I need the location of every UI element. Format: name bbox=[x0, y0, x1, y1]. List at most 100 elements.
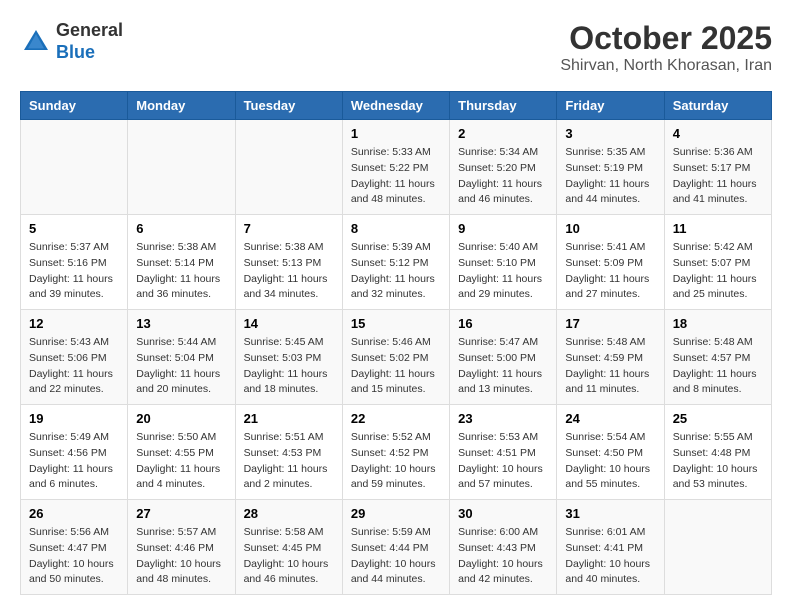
day-number: 29 bbox=[351, 506, 441, 521]
day-number: 31 bbox=[565, 506, 655, 521]
day-info: Sunrise: 5:56 AM Sunset: 4:47 PM Dayligh… bbox=[29, 525, 119, 588]
calendar-cell: 4 Sunrise: 5:36 AM Sunset: 5:17 PM Daylig… bbox=[664, 120, 771, 215]
calendar-header: SundayMondayTuesdayWednesdayThursdayFrid… bbox=[21, 92, 772, 120]
calendar-table: SundayMondayTuesdayWednesdayThursdayFrid… bbox=[20, 91, 772, 595]
day-number: 23 bbox=[458, 411, 548, 426]
day-info: Sunrise: 5:40 AM Sunset: 5:10 PM Dayligh… bbox=[458, 240, 548, 303]
day-number: 25 bbox=[673, 411, 763, 426]
day-number: 3 bbox=[565, 126, 655, 141]
calendar-cell: 18Sunrise: 5:48 AM Sunset: 4:57 PM Dayli… bbox=[664, 310, 771, 405]
calendar-cell: 7 Sunrise: 5:38 AM Sunset: 5:13 PM Daylig… bbox=[235, 215, 342, 310]
day-info: Sunrise: 5:58 AM Sunset: 4:45 PM Dayligh… bbox=[244, 525, 334, 588]
calendar-cell: 9 Sunrise: 5:40 AM Sunset: 5:10 PM Daylig… bbox=[450, 215, 557, 310]
day-info: Sunrise: 5:37 AM Sunset: 5:16 PM Dayligh… bbox=[29, 240, 119, 303]
day-number: 4 bbox=[673, 126, 763, 141]
weekday-header-tuesday: Tuesday bbox=[235, 92, 342, 120]
day-info: Sunrise: 5:59 AM Sunset: 4:44 PM Dayligh… bbox=[351, 525, 441, 588]
calendar-cell: 24Sunrise: 5:54 AM Sunset: 4:50 PM Dayli… bbox=[557, 405, 664, 500]
day-number: 26 bbox=[29, 506, 119, 521]
day-info: Sunrise: 5:34 AM Sunset: 5:20 PM Dayligh… bbox=[458, 145, 548, 208]
calendar-cell: 14 Sunrise: 5:45 AM Sunset: 5:03 PM Dayli… bbox=[235, 310, 342, 405]
calendar-cell: 16Sunrise: 5:47 AM Sunset: 5:00 PM Dayli… bbox=[450, 310, 557, 405]
calendar-cell: 8 Sunrise: 5:39 AM Sunset: 5:12 PM Daylig… bbox=[342, 215, 449, 310]
calendar-cell: 6Sunrise: 5:38 AM Sunset: 5:14 PM Daylig… bbox=[128, 215, 235, 310]
day-info: Sunrise: 5:47 AM Sunset: 5:00 PM Dayligh… bbox=[458, 335, 548, 398]
day-info: Sunrise: 5:50 AM Sunset: 4:55 PM Dayligh… bbox=[136, 430, 226, 493]
day-info: Sunrise: 5:54 AM Sunset: 4:50 PM Dayligh… bbox=[565, 430, 655, 493]
day-number: 5 bbox=[29, 221, 119, 236]
day-number: 21 bbox=[244, 411, 334, 426]
day-info: Sunrise: 5:48 AM Sunset: 4:59 PM Dayligh… bbox=[565, 335, 655, 398]
weekday-header-thursday: Thursday bbox=[450, 92, 557, 120]
calendar-cell: 30 Sunrise: 6:00 AM Sunset: 4:43 PM Dayli… bbox=[450, 500, 557, 595]
day-info: Sunrise: 5:43 AM Sunset: 5:06 PM Dayligh… bbox=[29, 335, 119, 398]
logo-icon bbox=[20, 26, 52, 58]
day-info: Sunrise: 5:35 AM Sunset: 5:19 PM Dayligh… bbox=[565, 145, 655, 208]
day-info: Sunrise: 5:55 AM Sunset: 4:48 PM Dayligh… bbox=[673, 430, 763, 493]
day-number: 28 bbox=[244, 506, 334, 521]
day-number: 27 bbox=[136, 506, 226, 521]
calendar-cell: 28 Sunrise: 5:58 AM Sunset: 4:45 PM Dayli… bbox=[235, 500, 342, 595]
day-info: Sunrise: 5:39 AM Sunset: 5:12 PM Dayligh… bbox=[351, 240, 441, 303]
calendar-cell: 25 Sunrise: 5:55 AM Sunset: 4:48 PM Dayli… bbox=[664, 405, 771, 500]
weekday-header-monday: Monday bbox=[128, 92, 235, 120]
calendar-cell: 23 Sunrise: 5:53 AM Sunset: 4:51 PM Dayli… bbox=[450, 405, 557, 500]
calendar-cell: 20 Sunrise: 5:50 AM Sunset: 4:55 PM Dayli… bbox=[128, 405, 235, 500]
day-info: Sunrise: 5:51 AM Sunset: 4:53 PM Dayligh… bbox=[244, 430, 334, 493]
day-number: 11 bbox=[673, 221, 763, 236]
calendar-cell: 13 Sunrise: 5:44 AM Sunset: 5:04 PM Dayli… bbox=[128, 310, 235, 405]
day-info: Sunrise: 5:33 AM Sunset: 5:22 PM Dayligh… bbox=[351, 145, 441, 208]
day-number: 22 bbox=[351, 411, 441, 426]
day-info: Sunrise: 5:45 AM Sunset: 5:03 PM Dayligh… bbox=[244, 335, 334, 398]
day-number: 14 bbox=[244, 316, 334, 331]
calendar-week-5: 26 Sunrise: 5:56 AM Sunset: 4:47 PM Dayli… bbox=[21, 500, 772, 595]
day-number: 8 bbox=[351, 221, 441, 236]
day-info: Sunrise: 5:44 AM Sunset: 5:04 PM Dayligh… bbox=[136, 335, 226, 398]
day-info: Sunrise: 5:38 AM Sunset: 5:13 PM Dayligh… bbox=[244, 240, 334, 303]
weekday-header-friday: Friday bbox=[557, 92, 664, 120]
weekday-header-saturday: Saturday bbox=[664, 92, 771, 120]
day-info: Sunrise: 5:49 AM Sunset: 4:56 PM Dayligh… bbox=[29, 430, 119, 493]
weekday-header-wednesday: Wednesday bbox=[342, 92, 449, 120]
calendar-cell: 29 Sunrise: 5:59 AM Sunset: 4:44 PM Dayli… bbox=[342, 500, 449, 595]
day-info: Sunrise: 5:41 AM Sunset: 5:09 PM Dayligh… bbox=[565, 240, 655, 303]
day-number: 7 bbox=[244, 221, 334, 236]
calendar-cell bbox=[235, 120, 342, 215]
day-number: 10 bbox=[565, 221, 655, 236]
day-number: 13 bbox=[136, 316, 226, 331]
day-number: 17 bbox=[565, 316, 655, 331]
location-subtitle: Shirvan, North Khorasan, Iran bbox=[560, 57, 772, 75]
logo: General Blue bbox=[20, 20, 123, 63]
day-info: Sunrise: 5:57 AM Sunset: 4:46 PM Dayligh… bbox=[136, 525, 226, 588]
calendar-cell: 21 Sunrise: 5:51 AM Sunset: 4:53 PM Dayli… bbox=[235, 405, 342, 500]
day-info: Sunrise: 5:46 AM Sunset: 5:02 PM Dayligh… bbox=[351, 335, 441, 398]
day-number: 30 bbox=[458, 506, 548, 521]
calendar-cell bbox=[664, 500, 771, 595]
day-info: Sunrise: 5:53 AM Sunset: 4:51 PM Dayligh… bbox=[458, 430, 548, 493]
calendar-week-1: 1 Sunrise: 5:33 AM Sunset: 5:22 PM Daylig… bbox=[21, 120, 772, 215]
day-info: Sunrise: 5:48 AM Sunset: 4:57 PM Dayligh… bbox=[673, 335, 763, 398]
day-number: 12 bbox=[29, 316, 119, 331]
day-info: Sunrise: 5:42 AM Sunset: 5:07 PM Dayligh… bbox=[673, 240, 763, 303]
calendar-body: 1 Sunrise: 5:33 AM Sunset: 5:22 PM Daylig… bbox=[21, 120, 772, 595]
day-info: Sunrise: 5:36 AM Sunset: 5:17 PM Dayligh… bbox=[673, 145, 763, 208]
day-info: Sunrise: 5:52 AM Sunset: 4:52 PM Dayligh… bbox=[351, 430, 441, 493]
calendar-cell bbox=[21, 120, 128, 215]
calendar-cell: 15 Sunrise: 5:46 AM Sunset: 5:02 PM Dayli… bbox=[342, 310, 449, 405]
day-number: 1 bbox=[351, 126, 441, 141]
title-block: October 2025 Shirvan, North Khorasan, Ir… bbox=[560, 20, 772, 75]
calendar-cell: 22 Sunrise: 5:52 AM Sunset: 4:52 PM Dayli… bbox=[342, 405, 449, 500]
day-info: Sunrise: 6:00 AM Sunset: 4:43 PM Dayligh… bbox=[458, 525, 548, 588]
calendar-cell: 10 Sunrise: 5:41 AM Sunset: 5:09 PM Dayli… bbox=[557, 215, 664, 310]
calendar-cell: 12 Sunrise: 5:43 AM Sunset: 5:06 PM Dayli… bbox=[21, 310, 128, 405]
day-number: 9 bbox=[458, 221, 548, 236]
calendar-cell: 27 Sunrise: 5:57 AM Sunset: 4:46 PM Dayli… bbox=[128, 500, 235, 595]
page-header: General Blue October 2025 Shirvan, North… bbox=[20, 20, 772, 75]
calendar-cell: 17 Sunrise: 5:48 AM Sunset: 4:59 PM Dayli… bbox=[557, 310, 664, 405]
day-info: Sunrise: 5:38 AM Sunset: 5:14 PM Dayligh… bbox=[136, 240, 226, 303]
calendar-cell: 1 Sunrise: 5:33 AM Sunset: 5:22 PM Daylig… bbox=[342, 120, 449, 215]
calendar-week-3: 12 Sunrise: 5:43 AM Sunset: 5:06 PM Dayli… bbox=[21, 310, 772, 405]
day-number: 15 bbox=[351, 316, 441, 331]
calendar-cell bbox=[128, 120, 235, 215]
day-number: 20 bbox=[136, 411, 226, 426]
